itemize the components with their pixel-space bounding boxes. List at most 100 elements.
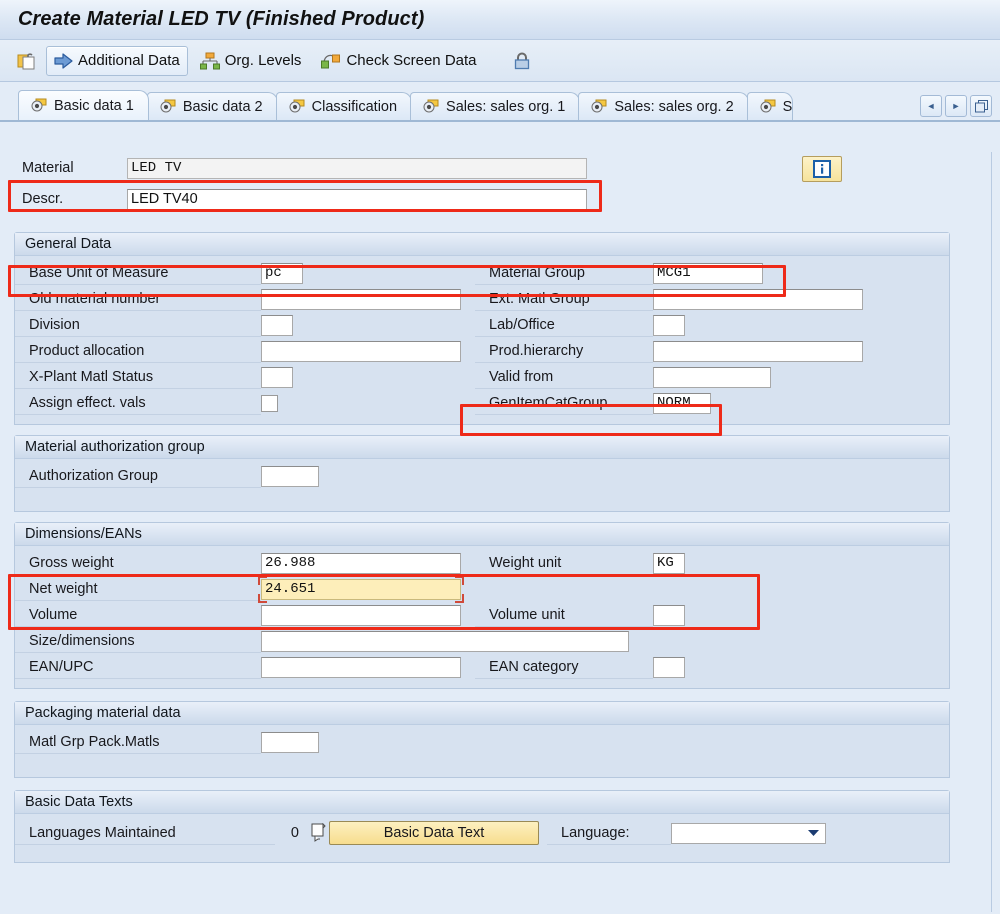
authorization-group-label: Authorization Group [15,464,261,488]
material-field[interactable]: LED TV [127,158,587,179]
tab-page-icon [31,98,48,113]
chevron-left-icon: ◄ [926,101,936,111]
basic-data-text-button[interactable]: Basic Data Text [329,821,539,845]
info-icon [813,159,831,178]
padlock-icon [511,51,533,71]
assign-effect-vals-checkbox[interactable] [261,394,278,412]
row-ean-upc: EAN/UPC EAN category [15,654,949,680]
material-row: Material LED TV [14,155,991,182]
check-screen-data-label: Check Screen Data [346,52,477,69]
languages-maintained-count: 0 [290,825,299,841]
tab-sales-sales-org-2[interactable]: Sales: sales org. 2 [578,92,749,120]
product-allocation-field[interactable] [261,340,461,362]
tab-scroll-right-button[interactable]: ► [945,95,967,117]
tab-page-icon [591,99,608,114]
chevron-right-icon: ► [951,101,961,111]
check-screen-data-button[interactable]: Check Screen Data [313,46,484,76]
ext-matl-group-field[interactable] [653,288,863,310]
group-material-authorization-group: Material authorization group Authorizati… [14,435,950,512]
row-size-dimensions: Size/dimensions [15,628,949,654]
row-matl-grp-pack-matls: Matl Grp Pack.Matls [15,729,949,755]
authorization-group-field[interactable] [261,465,319,487]
assign-effect-vals-label: Assign effect. vals [15,391,261,415]
row-net-weight: Net weight 24.651 [15,575,949,603]
net-weight-field[interactable]: 24.651 [261,578,461,600]
lock-button[interactable] [503,46,541,76]
tab-label: Basic data 2 [182,98,263,115]
tab-basic-data-2[interactable]: Basic data 2 [146,92,278,120]
tab-label: Sales: sales org. 1 [446,98,566,115]
language-dropdown[interactable] [671,822,826,844]
division-label: Division [15,313,261,337]
group-basic-data-texts: Basic Data Texts Languages Maintained 0 … [14,790,950,863]
languages-maintained-label: Languages Maintained [15,821,275,845]
additional-data-label: Additional Data [78,52,180,69]
tab-page-icon [760,99,777,114]
tab-basic-data-1[interactable]: Basic data 1 [18,90,149,120]
material-group-field[interactable]: MCG1 [653,262,763,284]
net-weight-label: Net weight [15,577,261,601]
matl-grp-pack-matls-field[interactable] [261,731,319,753]
division-field[interactable] [261,314,293,336]
x-plant-matl-status-label: X-Plant Matl Status [15,365,261,389]
volume-field[interactable] [261,604,461,626]
lab-office-field[interactable] [653,314,685,336]
descr-label: Descr. [14,188,127,212]
row-assign-effect-vals: Assign effect. vals GenItemCatGroup NORM [15,390,949,416]
valid-from-field[interactable] [653,366,771,388]
ean-upc-label: EAN/UPC [15,655,261,679]
additional-data-button[interactable]: Additional Data [46,45,188,76]
material-group-label: Material Group [475,261,653,285]
tab-sales-sales-org-1[interactable]: Sales: sales org. 1 [410,92,581,120]
tab-page-icon [423,99,440,114]
weight-unit-label: Weight unit [475,551,653,575]
tab-navigation: ◄ ► [920,95,992,117]
group-dimensions-eans: Dimensions/EANs Gross weight 26.988 Weig… [14,522,950,689]
prod-hierarchy-field[interactable] [653,340,863,362]
matl-grp-pack-matls-label: Matl Grp Pack.Matls [15,730,261,754]
ean-category-field[interactable] [653,656,685,678]
volume-unit-field[interactable] [653,604,685,626]
tab-sales-clipped[interactable]: S. [746,92,793,120]
copy-material-button[interactable] [12,46,42,76]
weight-unit-field[interactable]: KG [653,552,685,574]
tab-scroll-left-button[interactable]: ◄ [920,95,942,117]
info-button[interactable] [802,155,842,182]
ean-upc-field[interactable] [261,656,461,678]
row-volume: Volume Volume unit [15,602,949,628]
gross-weight-label: Gross weight [15,551,261,575]
valid-from-label: Valid from [475,365,653,389]
gross-weight-field[interactable]: 26.988 [261,552,461,574]
tab-strip: Basic data 1 Basic data 2 Classification [0,88,1000,122]
application-toolbar: Additional Data Org. Levels Check Screen… [0,40,1000,82]
tab-overview-button[interactable] [970,95,992,117]
old-material-number-label: Old material number [15,287,261,311]
row-x-plant-matl-status: X-Plant Matl Status Valid from [15,364,949,390]
descr-field[interactable]: LED TV40 [127,189,587,210]
lab-office-label: Lab/Office [475,313,653,337]
base-unit-of-measure-field[interactable]: pc [261,262,303,284]
org-levels-label: Org. Levels [224,52,302,69]
group-packaging-material-data: Packaging material data Matl Grp Pack.Ma… [14,701,950,778]
group-title-packaging-material-data: Packaging material data [15,702,949,725]
group-general-data: General Data Base Unit of Measure pc Mat… [14,232,950,425]
group-body-general-data: Base Unit of Measure pc Material Group M… [15,256,949,424]
tab-classification[interactable]: Classification [275,92,413,120]
text-note-icon[interactable] [309,823,327,843]
org-levels-button[interactable]: Org. Levels [192,46,310,76]
form-canvas: Material LED TV Descr. LED TV40 General … [0,152,992,912]
group-title-material-authorization-group: Material authorization group [15,436,949,459]
group-body-basic-data-texts: Languages Maintained 0 Basic Data Text L… [15,814,949,862]
genitemcatgroup-field[interactable]: NORM [653,392,711,414]
tab-overview-icon [974,99,988,113]
net-weight-focus-wrapper: 24.651 [258,575,464,603]
row-product-allocation: Product allocation Prod.hierarchy [15,338,949,364]
material-label: Material [14,157,127,181]
language-label: Language: [547,821,671,845]
row-basic-data-texts: Languages Maintained 0 Basic Data Text L… [15,818,949,848]
chevron-down-icon [808,829,819,837]
x-plant-matl-status-field[interactable] [261,366,293,388]
old-material-number-field[interactable] [261,288,461,310]
row-division: Division Lab/Office [15,312,949,338]
size-dimensions-field[interactable] [261,630,629,652]
